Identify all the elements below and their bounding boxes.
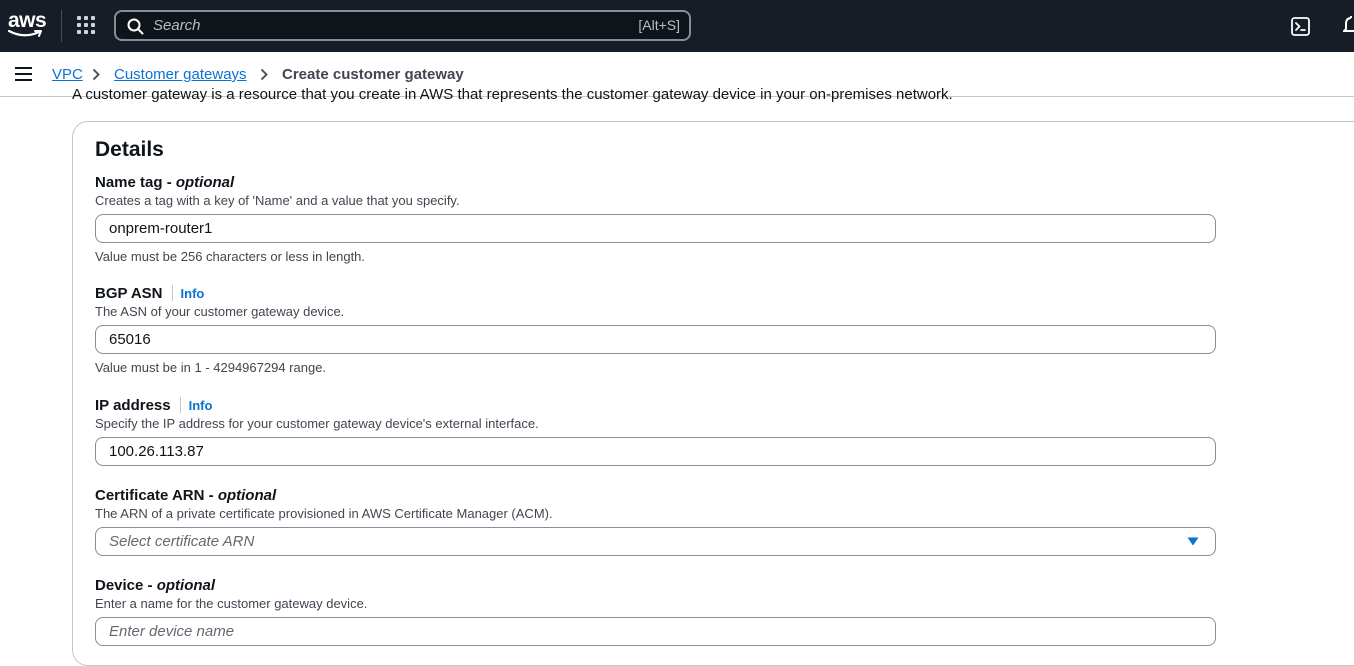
ip-address-label-text: IP address [95, 397, 171, 414]
bgp-asn-constraint: Value must be in 1 - 4294967294 range. [95, 360, 327, 375]
chevron-right-icon [260, 68, 268, 81]
name-tag-input[interactable] [95, 214, 1216, 243]
aws-smile-icon [8, 29, 42, 37]
info-divider [179, 397, 181, 413]
ip-address-input[interactable] [95, 437, 1216, 466]
details-heading: Details [95, 138, 164, 161]
name-tag-label-text: Name tag - [95, 174, 176, 191]
device-description: Enter a name for the customer gateway de… [95, 596, 368, 611]
notifications-bell-icon[interactable] [1343, 15, 1354, 37]
cloudshell-icon[interactable] [1291, 17, 1310, 36]
breadcrumb-customer-gateways[interactable]: Customer gateways [114, 66, 247, 84]
ip-address-info-link[interactable]: Info [189, 398, 213, 413]
bgp-asn-input[interactable] [95, 325, 1216, 354]
services-grid-icon[interactable] [77, 16, 96, 35]
breadcrumb-current: Create customer gateway [282, 66, 464, 83]
bgp-asn-label-text: BGP ASN [95, 285, 163, 302]
certificate-arn-label-text: Certificate ARN - [95, 487, 218, 504]
optional-marker: optional [217, 487, 277, 504]
name-tag-constraint: Value must be 256 characters or less in … [95, 249, 366, 264]
ip-address-description: Specify the IP address for your customer… [95, 416, 539, 431]
certificate-arn-select[interactable]: Select certificate ARN [95, 527, 1216, 556]
name-tag-label: Name tag - optional [95, 174, 234, 191]
search-icon [127, 18, 144, 35]
search-input[interactable]: Search [Alt+S] [114, 10, 691, 41]
certificate-arn-placeholder: Select certificate ARN [109, 533, 255, 550]
info-divider [171, 285, 173, 301]
menu-hamburger-icon[interactable] [15, 67, 32, 81]
device-label-text: Device - [95, 577, 157, 594]
device-label: Device - optional [95, 577, 215, 594]
caret-down-icon [1187, 537, 1199, 546]
nav-divider [61, 10, 62, 42]
optional-marker: optional [175, 174, 235, 191]
top-navigation: aws Search [Alt+S] [0, 0, 1354, 52]
certificate-arn-label: Certificate ARN - optional [95, 487, 276, 504]
chevron-right-icon [92, 68, 100, 81]
search-placeholder: Search [153, 17, 201, 34]
device-input[interactable] [95, 617, 1216, 646]
ip-address-label: IP address Info [95, 397, 212, 414]
breadcrumb-vpc[interactable]: VPC [52, 66, 83, 84]
bgp-asn-info-link[interactable]: Info [181, 286, 205, 301]
certificate-arn-description: The ARN of a private certificate provisi… [95, 506, 553, 521]
bgp-asn-description: The ASN of your customer gateway device. [95, 304, 345, 319]
bgp-asn-label: BGP ASN Info [95, 285, 204, 302]
page-description: A customer gateway is a resource that yo… [72, 86, 953, 103]
name-tag-description: Creates a tag with a key of 'Name' and a… [95, 193, 460, 208]
search-shortcut: [Alt+S] [638, 17, 680, 33]
optional-marker: optional [156, 577, 216, 594]
aws-logo[interactable]: aws [8, 10, 47, 40]
